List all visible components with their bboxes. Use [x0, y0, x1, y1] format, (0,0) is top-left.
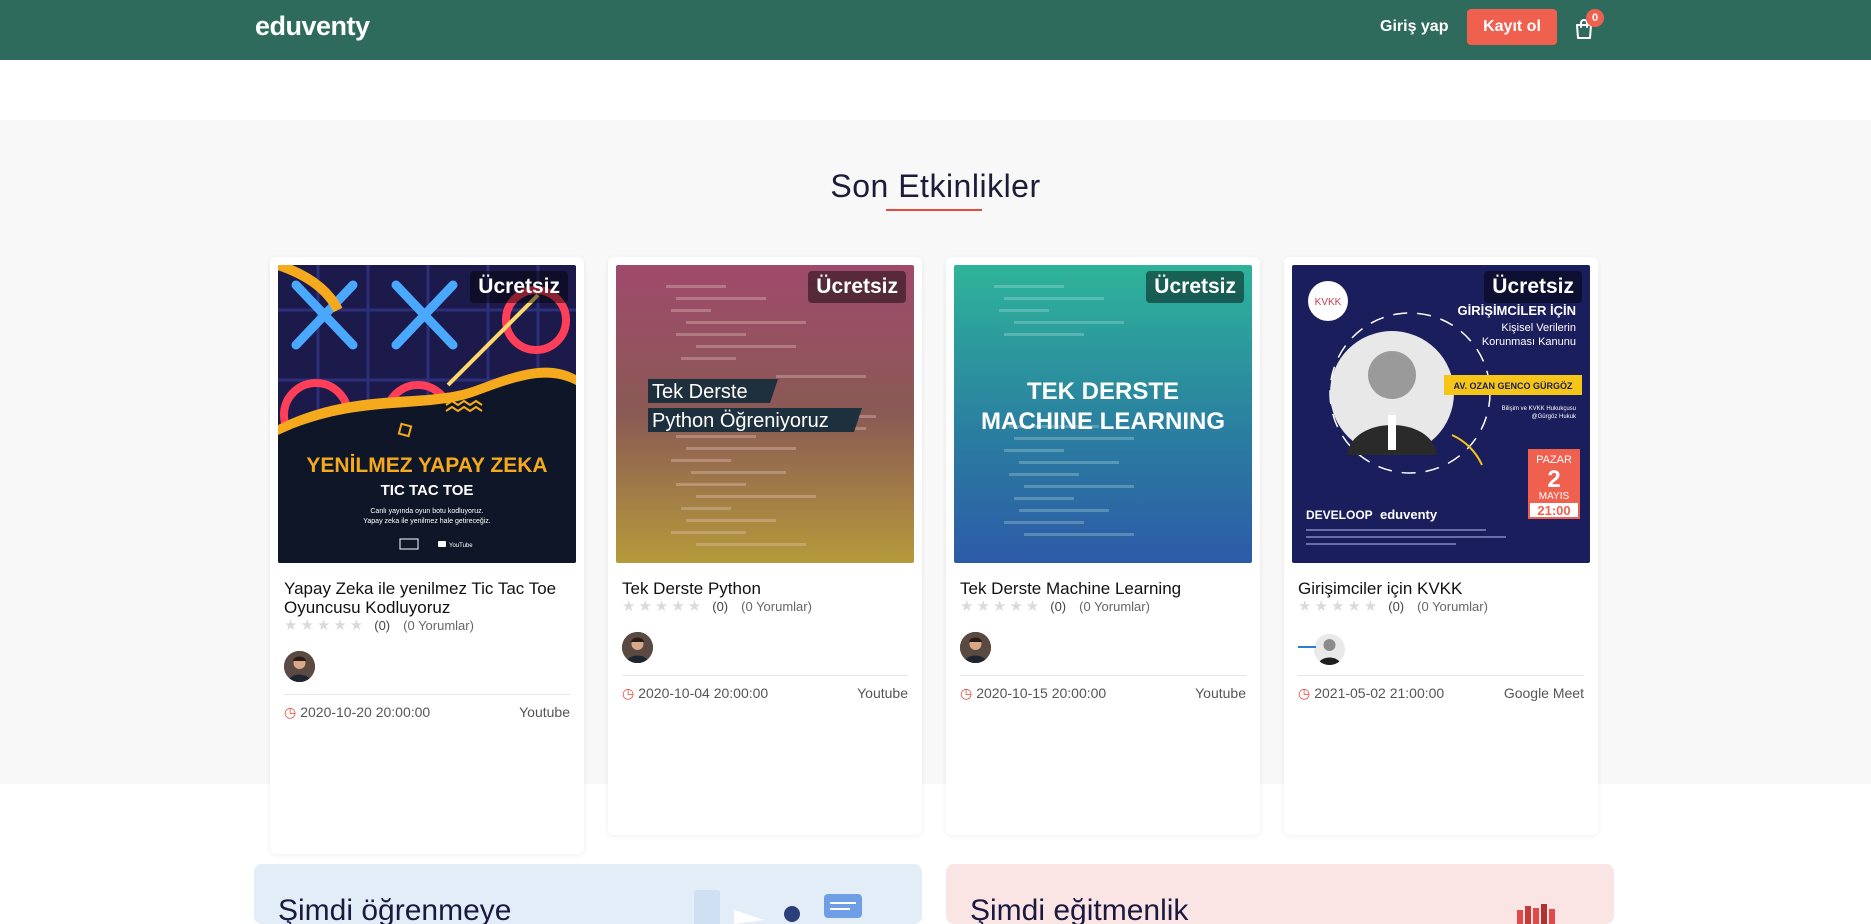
svg-text:Bilişim ve KVKK Hukukçusu: Bilişim ve KVKK Hukukçusu: [1502, 406, 1576, 412]
svg-text:DEVELOOP: DEVELOOP: [1306, 508, 1373, 522]
clock-icon: ◷: [1298, 685, 1311, 701]
cart-count-badge: 0: [1586, 9, 1604, 27]
rating-row: ★★★★★ (0) (0 Yorumlar): [1298, 597, 1488, 615]
event-date: 2020-10-20 20:00:00: [300, 704, 431, 720]
review-count: (0 Yorumlar): [1079, 598, 1150, 614]
rating-row: ★★★★★ (0) (0 Yorumlar): [960, 597, 1150, 615]
teach-cta-banner[interactable]: Şimdi eğitmenlik: [946, 864, 1614, 924]
svg-text:PAZAR: PAZAR: [1536, 454, 1572, 466]
free-badge: Ücretsiz: [1146, 271, 1244, 303]
svg-text:Canlı yayında oyun botu kodluy: Canlı yayında oyun botu kodluyoruz.: [370, 508, 483, 515]
event-platform: Google Meet: [1503, 685, 1584, 701]
svg-text:Yapay zeka ile yenilmez hale g: Yapay zeka ile yenilmez hale getireceğiz…: [363, 518, 491, 525]
review-count: (0 Yorumlar): [403, 617, 474, 633]
event-meta: ◷ 2020-10-04 20:00:00 Youtube: [622, 675, 908, 702]
teach-cta-title: Şimdi eğitmenlik: [970, 894, 1189, 924]
instructor-avatar[interactable]: [622, 632, 653, 663]
rating-count: (0): [712, 598, 729, 614]
svg-text:TIC TAC TOE: TIC TAC TOE: [381, 482, 474, 499]
learning-illustration-icon: [694, 890, 862, 924]
title-underline: [886, 209, 982, 211]
learn-cta-banner[interactable]: Şimdi öğrenmeye: [254, 864, 922, 924]
event-poster-machine-learning[interactable]: TEK DERSTE MACHINE LEARNING: [954, 265, 1252, 563]
clock-icon: ◷: [284, 704, 297, 720]
review-count: (0 Yorumlar): [741, 598, 812, 614]
svg-text:Python Öğreniyoruz: Python Öğreniyoruz: [652, 410, 829, 432]
learn-cta-title: Şimdi öğrenmeye: [278, 894, 512, 924]
event-platform: Youtube: [1195, 685, 1246, 701]
svg-text:KVKK: KVKK: [1315, 297, 1342, 308]
event-card[interactable]: TEK DERSTE MACHINE LEARNING Ücretsiz Tek…: [946, 257, 1260, 835]
event-date: 2020-10-15 20:00:00: [976, 685, 1107, 701]
login-link[interactable]: Giriş yap: [1380, 18, 1448, 36]
free-badge: Ücretsiz: [470, 271, 568, 303]
event-title[interactable]: Yapay Zeka ile yenilmez Tic Tac Toe Oyun…: [284, 579, 574, 617]
svg-text:Kişisel Verilerin: Kişisel Verilerin: [1501, 322, 1576, 334]
free-badge: Ücretsiz: [808, 271, 906, 303]
rating-count: (0): [1050, 598, 1067, 614]
event-title[interactable]: Tek Derste Machine Learning: [960, 579, 1250, 598]
svg-text:MAYIS: MAYIS: [1539, 491, 1570, 502]
svg-text:YouTube: YouTube: [449, 543, 473, 549]
review-count: (0 Yorumlar): [1417, 598, 1488, 614]
svg-text:MACHINE LEARNING: MACHINE LEARNING: [981, 408, 1225, 435]
instructor-avatar[interactable]: [284, 651, 315, 682]
svg-text:AV. OZAN GENCO GÜRGÖZ: AV. OZAN GENCO GÜRGÖZ: [1453, 381, 1573, 391]
svg-text:Tek Derste: Tek Derste: [652, 381, 748, 403]
event-poster-kvkk[interactable]: KVKK GİRİŞİMCİLER İÇİN Kişisel Verilerin…: [1292, 265, 1590, 563]
star-rating-icon: ★★★★★: [284, 617, 367, 634]
svg-text:GİRİŞİMCİLER İÇİN: GİRİŞİMCİLER İÇİN: [1458, 303, 1576, 318]
event-poster-tictactoe[interactable]: YENİLMEZ YAPAY ZEKA TIC TAC TOE Canlı ya…: [278, 265, 576, 563]
event-platform: Youtube: [519, 704, 570, 720]
event-card[interactable]: Tek Derste Python Öğreniyoruz Ücretsiz T…: [608, 257, 922, 835]
event-platform: Youtube: [857, 685, 908, 701]
event-card[interactable]: YENİLMEZ YAPAY ZEKA TIC TAC TOE Canlı ya…: [270, 257, 584, 854]
brand-logo[interactable]: eduventy: [255, 11, 370, 42]
clock-icon: ◷: [622, 685, 635, 701]
rating-row: ★★★★★ (0) (0 Yorumlar): [622, 597, 812, 615]
section-title: Son Etkinlikler: [830, 168, 1041, 204]
svg-text:21:00: 21:00: [1537, 503, 1570, 518]
event-date: 2020-10-04 20:00:00: [638, 685, 769, 701]
instructor-avatar[interactable]: [1314, 634, 1345, 665]
star-rating-icon: ★★★★★: [622, 598, 705, 615]
top-navbar: eduventy Giriş yap Kayıt ol 0: [0, 0, 1871, 60]
rating-count: (0): [1388, 598, 1405, 614]
rating-row: ★★★★★ (0) (0 Yorumlar): [284, 616, 474, 634]
event-poster-python[interactable]: Tek Derste Python Öğreniyoruz: [616, 265, 914, 563]
svg-text:eduventy: eduventy: [1380, 507, 1438, 522]
star-rating-icon: ★★★★★: [1298, 598, 1381, 615]
star-rating-icon: ★★★★★: [960, 598, 1043, 615]
instructor-avatar[interactable]: [960, 632, 991, 663]
svg-text:YENİLMEZ YAPAY ZEKA: YENİLMEZ YAPAY ZEKA: [306, 454, 547, 477]
event-date: 2021-05-02 21:00:00: [1314, 685, 1445, 701]
event-card[interactable]: KVKK GİRİŞİMCİLER İÇİN Kişisel Verilerin…: [1284, 257, 1598, 835]
register-button[interactable]: Kayıt ol: [1467, 9, 1557, 45]
rating-count: (0): [374, 617, 391, 633]
event-meta: ◷ 2020-10-15 20:00:00 Youtube: [960, 675, 1246, 702]
event-title[interactable]: Girişimciler için KVKK: [1298, 579, 1588, 598]
teaching-illustration-icon: [1517, 904, 1555, 924]
event-meta: ◷ 2020-10-20 20:00:00 Youtube: [284, 694, 570, 721]
recent-events-section: Son Etkinlikler YENİLMEZ YAPAY ZEKA TIC …: [0, 120, 1871, 854]
svg-text:2: 2: [1547, 466, 1560, 493]
svg-text:@Gürgöz Hukuk: @Gürgöz Hukuk: [1532, 414, 1577, 420]
clock-icon: ◷: [960, 685, 973, 701]
event-title[interactable]: Tek Derste Python: [622, 579, 912, 598]
svg-text:TEK DERSTE: TEK DERSTE: [1027, 378, 1179, 405]
event-meta: ◷ 2021-05-02 21:00:00 Google Meet: [1298, 675, 1584, 702]
partner-logo: [1298, 646, 1316, 652]
free-badge: Ücretsiz: [1484, 271, 1582, 303]
svg-text:Korunması Kanunu: Korunması Kanunu: [1482, 336, 1576, 348]
